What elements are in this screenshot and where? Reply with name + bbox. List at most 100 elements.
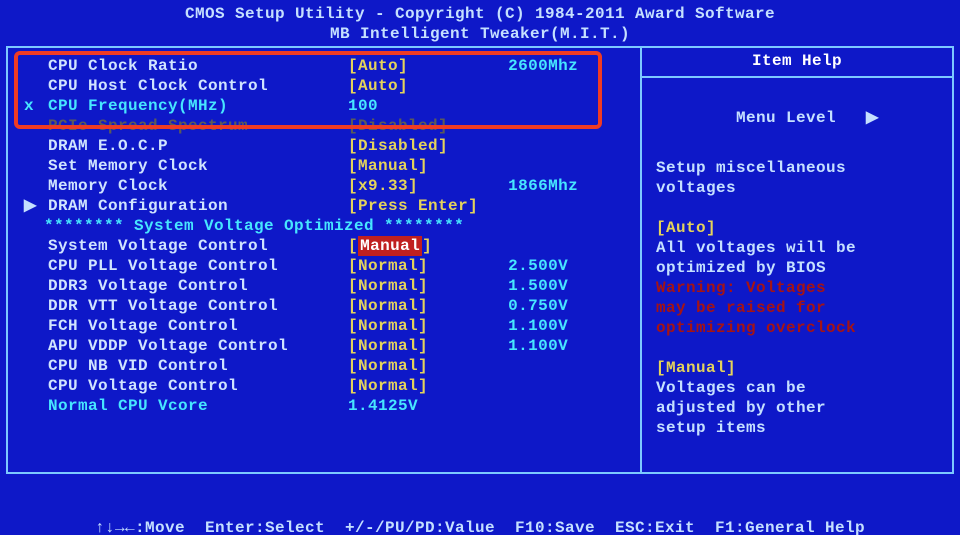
item-help-title: Item Help: [642, 48, 952, 78]
col-pad: [428, 376, 508, 396]
setting-row[interactable]: Set Memory Clock [Manual]: [24, 156, 630, 176]
setting-row[interactable]: Memory Clock [x9.33] 1866Mhz: [24, 176, 630, 196]
setting-extra: 0.750V: [508, 296, 568, 316]
col-pad: [408, 56, 508, 76]
setting-value[interactable]: [Normal]: [348, 356, 428, 376]
header-subtitle: MB Intelligent Tweaker(M.I.T.): [6, 24, 954, 44]
setting-value[interactable]: [Normal]: [348, 316, 428, 336]
col-pad: [428, 156, 508, 176]
help-line: Voltages can be: [656, 378, 938, 398]
setting-label: PCIe Spread Spectrum: [48, 116, 348, 136]
setting-extra: 1866Mhz: [508, 176, 578, 196]
setting-label: Set Memory Clock: [48, 156, 348, 176]
setting-label: CPU NB VID Control: [48, 356, 348, 376]
help-line: [656, 338, 938, 358]
help-line: adjusted by other: [656, 398, 938, 418]
setting-row[interactable]: System Voltage Control [Manual]: [24, 236, 630, 256]
help-line: optimized by BIOS: [656, 258, 938, 278]
setting-label: DDR3 Voltage Control: [48, 276, 348, 296]
col-pad: [428, 256, 508, 276]
setting-row[interactable]: CPU NB VID Control [Normal]: [24, 356, 630, 376]
col-pad: [428, 296, 508, 316]
settings-panel[interactable]: CPU Clock Ratio [Auto] 2600MhzCPU Host C…: [8, 48, 642, 472]
setting-value[interactable]: [Press Enter]: [348, 196, 478, 216]
setting-label: System Voltage Control: [48, 236, 348, 256]
col-pad: [432, 236, 512, 256]
row-gutter: x: [24, 96, 48, 116]
col-pad: [428, 276, 508, 296]
bracket-open: [: [348, 236, 358, 256]
help-line: All voltages will be: [656, 238, 938, 258]
help-line: optimizing overclock: [656, 318, 938, 338]
setting-value[interactable]: [Auto]: [348, 56, 408, 76]
setting-label: FCH Voltage Control: [48, 316, 348, 336]
col-pad: [428, 356, 508, 376]
help-line: may be raised for: [656, 298, 938, 318]
help-line: [Manual]: [656, 358, 938, 378]
main-panel: CPU Clock Ratio [Auto] 2600MhzCPU Host C…: [6, 46, 954, 474]
setting-row[interactable]: xCPU Frequency(MHz) 100: [24, 96, 630, 116]
setting-label: CPU Frequency(MHz): [48, 96, 348, 116]
help-line: [Auto]: [656, 218, 938, 238]
setting-row[interactable]: APU VDDP Voltage Control [Normal] 1.100V: [24, 336, 630, 356]
setting-value[interactable]: 1.4125V: [348, 396, 418, 416]
setting-row[interactable]: CPU Host Clock Control [Auto]: [24, 76, 630, 96]
voltage-separator: ******** System Voltage Optimized ******…: [24, 216, 464, 236]
setting-value[interactable]: [Manual]: [348, 156, 428, 176]
setting-row[interactable]: DDR VTT Voltage Control [Normal] 0.750V: [24, 296, 630, 316]
setting-extra: 1.500V: [508, 276, 568, 296]
help-text: Setup miscellaneousvoltages [Auto]All vo…: [656, 158, 938, 438]
spacer: [656, 148, 938, 158]
setting-label: DRAM Configuration: [48, 196, 348, 216]
menu-level-arrow-icon: ▶: [866, 108, 878, 128]
help-line: voltages: [656, 178, 938, 198]
setting-extra: 1.100V: [508, 336, 568, 356]
bracket-close: ]: [422, 236, 432, 256]
col-pad: [378, 96, 508, 116]
help-line: setup items: [656, 418, 938, 438]
submenu-arrow-icon: ▶: [24, 196, 48, 216]
col-pad: [428, 336, 508, 356]
setting-label: CPU Clock Ratio: [48, 56, 348, 76]
header-title: CMOS Setup Utility - Copyright (C) 1984-…: [6, 4, 954, 24]
help-line: [656, 198, 938, 218]
setting-value[interactable]: 100: [348, 96, 378, 116]
setting-value[interactable]: [x9.33]: [348, 176, 418, 196]
setting-row[interactable]: DDR3 Voltage Control [Normal] 1.500V: [24, 276, 630, 296]
setting-value[interactable]: [Disabled]: [348, 136, 448, 156]
setting-row[interactable]: FCH Voltage Control [Normal] 1.100V: [24, 316, 630, 336]
help-line: Warning: Voltages: [656, 278, 938, 298]
setting-row[interactable]: CPU Clock Ratio [Auto] 2600Mhz: [24, 56, 630, 76]
setting-label: DRAM E.O.C.P: [48, 136, 348, 156]
setting-value[interactable]: [Normal]: [348, 256, 428, 276]
setting-row[interactable]: CPU PLL Voltage Control [Normal] 2.500V: [24, 256, 630, 276]
setting-value[interactable]: [Normal]: [348, 376, 428, 396]
setting-label: Normal CPU Vcore: [48, 396, 348, 416]
setting-row[interactable]: DRAM E.O.C.P [Disabled]: [24, 136, 630, 156]
setting-label: CPU Host Clock Control: [48, 76, 348, 96]
setting-value[interactable]: [Normal]: [348, 296, 428, 316]
footer-help: ↑↓→←:Move Enter:Select +/-/PU/PD:Value F…: [6, 478, 954, 535]
setting-extra: 1.100V: [508, 316, 568, 336]
menu-level-label: Menu Level: [736, 109, 836, 127]
help-line: Setup miscellaneous: [656, 158, 938, 178]
col-pad: [418, 176, 508, 196]
setting-row[interactable]: CPU Voltage Control [Normal]: [24, 376, 630, 396]
setting-extra: 2600Mhz: [508, 56, 578, 76]
setting-value[interactable]: [Auto]: [348, 76, 408, 96]
col-pad: [418, 396, 508, 416]
setting-label: APU VDDP Voltage Control: [48, 336, 348, 356]
item-help-panel: Item Help Menu Level ▶ Setup miscellaneo…: [642, 48, 952, 472]
setting-value[interactable]: Manual: [358, 236, 422, 256]
setting-value[interactable]: [Normal]: [348, 276, 428, 296]
setting-value[interactable]: [Disabled]: [348, 116, 448, 136]
setting-row[interactable]: Normal CPU Vcore 1.4125V: [24, 396, 630, 416]
col-pad: [408, 76, 508, 96]
col-pad: [448, 136, 508, 156]
setting-row[interactable]: ▶DRAM Configuration [Press Enter]: [24, 196, 630, 216]
col-pad: [478, 196, 508, 216]
setting-row[interactable]: ******** System Voltage Optimized ******…: [24, 216, 630, 236]
setting-value[interactable]: [Normal]: [348, 336, 428, 356]
setting-row[interactable]: PCIe Spread Spectrum [Disabled]: [24, 116, 630, 136]
menu-level-row: Menu Level ▶: [656, 88, 938, 148]
